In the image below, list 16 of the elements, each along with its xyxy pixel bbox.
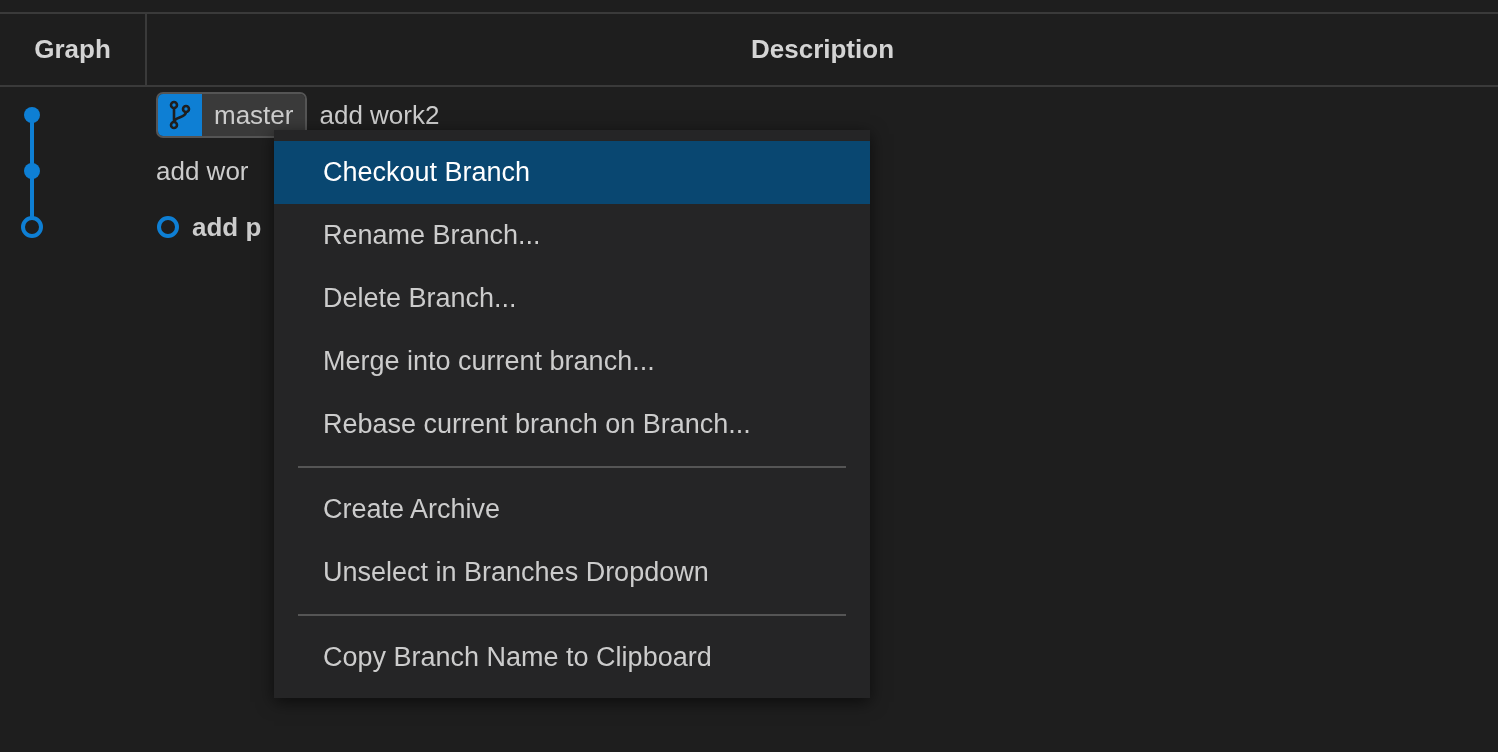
menu-item[interactable]: Merge into current branch... bbox=[274, 330, 870, 393]
menu-item[interactable]: Create Archive bbox=[274, 478, 870, 541]
branch-icon bbox=[169, 100, 191, 130]
commit-message: add p bbox=[192, 210, 262, 244]
commit-message: add wor bbox=[156, 154, 249, 188]
commit-message: add work2 bbox=[319, 98, 440, 132]
branch-label[interactable]: master bbox=[156, 92, 308, 138]
uncommitted-icon bbox=[156, 215, 180, 239]
menu-item[interactable]: Unselect in Branches Dropdown bbox=[274, 541, 870, 604]
column-header[interactable]: Graph bbox=[0, 14, 147, 85]
menu-item[interactable]: Copy Branch Name to Clipboard bbox=[274, 626, 870, 689]
column-header[interactable]: Description bbox=[147, 14, 1498, 85]
menu-item[interactable]: Rebase current branch on Branch... bbox=[274, 393, 870, 456]
menu-item[interactable]: Checkout Branch bbox=[274, 141, 870, 204]
menu-item[interactable]: Delete Branch... bbox=[274, 267, 870, 330]
menu-item[interactable]: Rename Branch... bbox=[274, 204, 870, 267]
